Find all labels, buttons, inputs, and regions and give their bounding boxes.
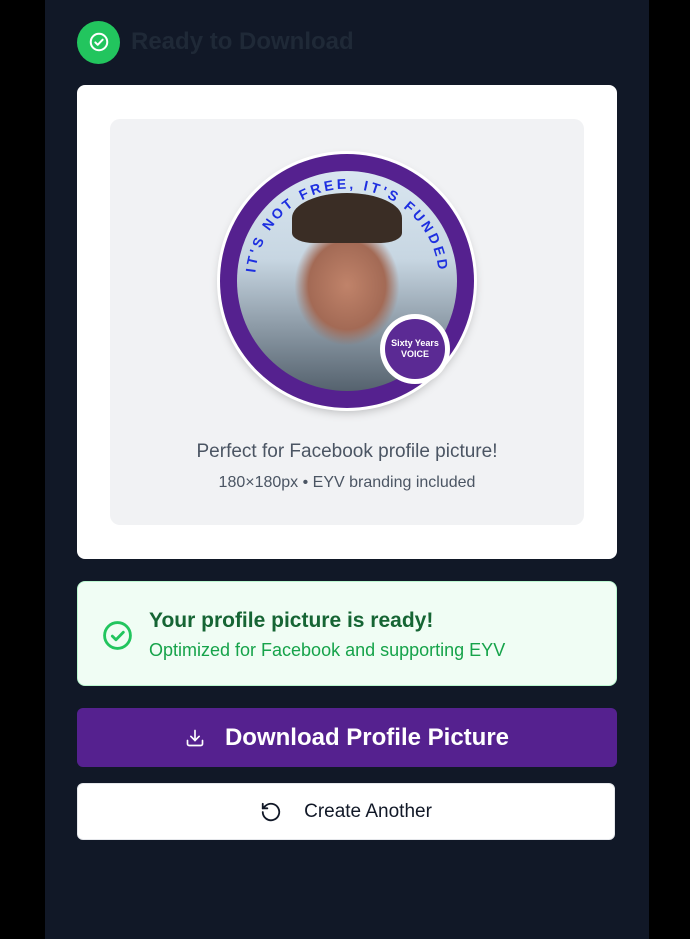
create-another-button[interactable]: Create Another xyxy=(77,783,615,840)
success-title: Your profile picture is ready! xyxy=(149,609,434,632)
preview-meta: 180×180px • EYV branding included xyxy=(218,474,476,491)
download-button-label: Download Profile Picture xyxy=(224,723,510,751)
badge-line1: Sixty Years xyxy=(391,338,439,348)
eyv-badge-logo: Sixty Years VOICE xyxy=(380,314,450,384)
refresh-icon xyxy=(260,801,282,823)
success-subtitle: Optimized for Facebook and supporting EY… xyxy=(149,640,506,660)
svg-text:IT'S NOT FREE, IT'S FUNDED: IT'S NOT FREE, IT'S FUNDED xyxy=(242,176,451,274)
status-header: Ready to Download xyxy=(77,20,354,64)
badge-line2: VOICE xyxy=(400,349,429,359)
preview-card: IT'S NOT FREE, IT'S FUNDED Sixty Years V… xyxy=(77,85,617,559)
success-banner: Your profile picture is ready! Optimized… xyxy=(77,581,617,686)
main-panel: Ready to Download IT'S NOT FREE, IT'S FU… xyxy=(45,0,649,939)
download-icon xyxy=(185,728,205,748)
preview-area: IT'S NOT FREE, IT'S FUNDED Sixty Years V… xyxy=(110,119,584,525)
page-title: Ready to Download xyxy=(131,28,354,55)
check-circle-icon xyxy=(102,620,133,656)
profile-picture-preview: IT'S NOT FREE, IT'S FUNDED Sixty Years V… xyxy=(220,154,474,408)
download-button[interactable]: Download Profile Picture xyxy=(77,708,617,767)
check-circle-icon xyxy=(77,20,120,64)
create-another-label: Create Another xyxy=(304,800,432,822)
preview-caption: Perfect for Facebook profile picture! xyxy=(196,441,498,462)
ring-text-path: IT'S NOT FREE, IT'S FUNDED xyxy=(242,176,448,274)
